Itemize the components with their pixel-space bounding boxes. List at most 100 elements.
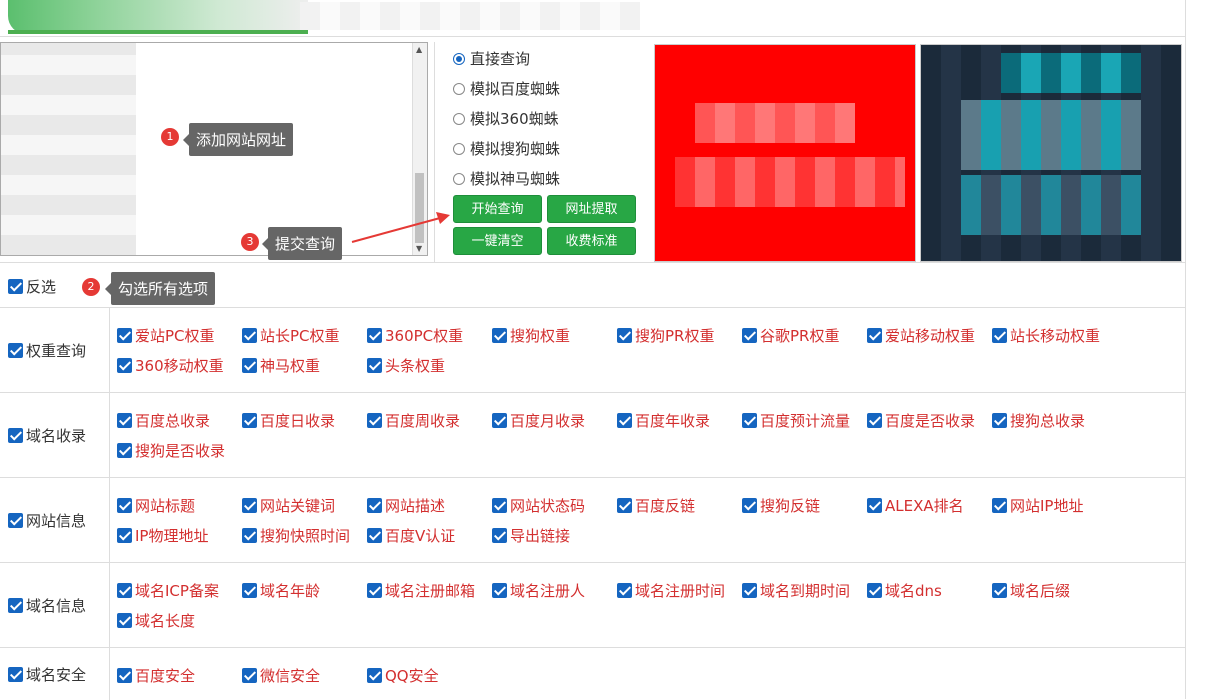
checkbox-checked-icon[interactable] — [242, 583, 257, 598]
option-checkbox[interactable]: 域名后缀 — [992, 580, 1070, 601]
checkbox-checked-icon[interactable] — [242, 328, 257, 343]
checkbox-checked-icon[interactable] — [117, 668, 132, 683]
option-checkbox[interactable]: 百度年收录 — [617, 410, 710, 431]
checkbox-checked-icon[interactable] — [117, 613, 132, 628]
checkbox-checked-icon[interactable] — [242, 358, 257, 373]
option-checkbox[interactable]: 网站描述 — [367, 495, 445, 516]
option-checkbox[interactable]: 网站标题 — [117, 495, 195, 516]
checkbox-checked-icon[interactable] — [742, 583, 757, 598]
checkbox-checked-icon[interactable] — [617, 498, 632, 513]
checkbox-checked-icon[interactable] — [8, 427, 23, 443]
checkbox-checked-icon[interactable] — [867, 413, 882, 428]
checkbox-checked-icon[interactable] — [242, 413, 257, 428]
option-checkbox[interactable]: 百度是否收录 — [867, 410, 975, 431]
checkbox-checked-icon[interactable] — [117, 328, 132, 343]
option-checkbox[interactable]: 搜狗PR权重 — [617, 325, 714, 346]
radio-sogou-spider[interactable]: 模拟搜狗蜘蛛 — [453, 138, 560, 159]
checkbox-checked-icon[interactable] — [117, 413, 132, 428]
option-checkbox[interactable]: 搜狗权重 — [492, 325, 570, 346]
checkbox-checked-icon[interactable] — [617, 328, 632, 343]
option-checkbox[interactable]: 神马权重 — [242, 355, 320, 376]
option-checkbox[interactable]: 域名到期时间 — [742, 580, 850, 601]
group-checkbox[interactable]: 域名安全 — [0, 648, 110, 700]
checkbox-checked-icon[interactable] — [992, 583, 1007, 598]
option-checkbox[interactable]: 站长PC权重 — [242, 325, 340, 346]
option-checkbox[interactable]: 搜狗快照时间 — [242, 525, 350, 546]
checkbox-checked-icon[interactable] — [492, 528, 507, 543]
option-checkbox[interactable]: 导出链接 — [492, 525, 570, 546]
option-checkbox[interactable]: 站长移动权重 — [992, 325, 1100, 346]
option-checkbox[interactable]: QQ安全 — [367, 665, 439, 686]
checkbox-checked-icon[interactable] — [867, 498, 882, 513]
checkbox-checked-icon[interactable] — [492, 413, 507, 428]
checkbox-checked-icon[interactable] — [367, 328, 382, 343]
checkbox-checked-icon[interactable] — [117, 583, 132, 598]
scroll-up-icon[interactable]: ▲ — [416, 45, 422, 54]
option-checkbox[interactable]: 爱站移动权重 — [867, 325, 975, 346]
option-checkbox[interactable]: 网站关键词 — [242, 495, 335, 516]
checkbox-checked-icon[interactable] — [742, 328, 757, 343]
start-query-button[interactable]: 开始查询 — [453, 195, 542, 223]
checkbox-checked-icon[interactable] — [867, 328, 882, 343]
option-checkbox[interactable]: ALEXA排名 — [867, 495, 964, 516]
checkbox-checked-icon[interactable] — [867, 583, 882, 598]
option-checkbox[interactable]: 微信安全 — [242, 665, 320, 686]
checkbox-checked-icon[interactable] — [617, 583, 632, 598]
option-checkbox[interactable]: 百度日收录 — [242, 410, 335, 431]
checkbox-checked-icon[interactable] — [367, 668, 382, 683]
option-checkbox[interactable]: 域名ICP备案 — [117, 580, 219, 601]
ad-banner-dark[interactable] — [920, 44, 1182, 262]
checkbox-checked-icon[interactable] — [8, 666, 23, 682]
checkbox-checked-icon[interactable] — [8, 279, 23, 294]
option-checkbox[interactable]: 网站IP地址 — [992, 495, 1083, 516]
checkbox-checked-icon[interactable] — [8, 342, 23, 358]
option-checkbox[interactable]: 域名dns — [867, 580, 942, 601]
option-checkbox[interactable]: 头条权重 — [367, 355, 445, 376]
checkbox-checked-icon[interactable] — [367, 413, 382, 428]
radio-baidu-spider[interactable]: 模拟百度蜘蛛 — [453, 78, 560, 99]
option-checkbox[interactable]: 域名注册人 — [492, 580, 585, 601]
radio-direct[interactable]: 直接查询 — [453, 48, 530, 69]
pricing-button[interactable]: 收费标准 — [547, 227, 636, 255]
checkbox-checked-icon[interactable] — [617, 413, 632, 428]
option-checkbox[interactable]: 域名长度 — [117, 610, 195, 631]
option-checkbox[interactable]: 网站状态码 — [492, 495, 585, 516]
option-checkbox[interactable]: 域名注册邮箱 — [367, 580, 475, 601]
radio-dot-icon[interactable] — [453, 52, 465, 65]
option-checkbox[interactable]: 360PC权重 — [367, 325, 463, 346]
option-checkbox[interactable]: 百度安全 — [117, 665, 195, 686]
checkbox-checked-icon[interactable] — [492, 328, 507, 343]
checkbox-checked-icon[interactable] — [492, 498, 507, 513]
group-checkbox[interactable]: 权重查询 — [0, 308, 110, 392]
checkbox-checked-icon[interactable] — [367, 358, 382, 373]
option-checkbox[interactable]: 百度预计流量 — [742, 410, 850, 431]
option-checkbox[interactable]: 360移动权重 — [117, 355, 224, 376]
checkbox-checked-icon[interactable] — [8, 512, 23, 528]
radio-shenma-spider[interactable]: 模拟神马蜘蛛 — [453, 168, 560, 189]
checkbox-checked-icon[interactable] — [367, 528, 382, 543]
option-checkbox[interactable]: 域名年龄 — [242, 580, 320, 601]
option-checkbox[interactable]: 百度月收录 — [492, 410, 585, 431]
option-checkbox[interactable]: 搜狗总收录 — [992, 410, 1085, 431]
group-checkbox[interactable]: 域名信息 — [0, 563, 110, 647]
group-checkbox[interactable]: 网站信息 — [0, 478, 110, 562]
option-checkbox[interactable]: 搜狗反链 — [742, 495, 820, 516]
option-checkbox[interactable]: 百度总收录 — [117, 410, 210, 431]
checkbox-checked-icon[interactable] — [742, 498, 757, 513]
group-checkbox[interactable]: 域名收录 — [0, 393, 110, 477]
reverse-select-checkbox[interactable]: 反选 — [8, 276, 56, 297]
checkbox-checked-icon[interactable] — [8, 597, 23, 613]
option-checkbox[interactable]: 爱站PC权重 — [117, 325, 215, 346]
option-checkbox[interactable]: 搜狗是否收录 — [117, 440, 225, 461]
ad-banner-red[interactable] — [654, 44, 916, 262]
checkbox-checked-icon[interactable] — [492, 583, 507, 598]
radio-dot-icon[interactable] — [453, 112, 465, 125]
radio-360-spider[interactable]: 模拟360蜘蛛 — [453, 108, 559, 129]
radio-dot-icon[interactable] — [453, 82, 465, 95]
radio-dot-icon[interactable] — [453, 142, 465, 155]
checkbox-checked-icon[interactable] — [742, 413, 757, 428]
scrollbar-thumb[interactable] — [415, 173, 424, 243]
option-checkbox[interactable]: 百度V认证 — [367, 525, 455, 546]
checkbox-checked-icon[interactable] — [992, 498, 1007, 513]
option-checkbox[interactable]: 域名注册时间 — [617, 580, 725, 601]
